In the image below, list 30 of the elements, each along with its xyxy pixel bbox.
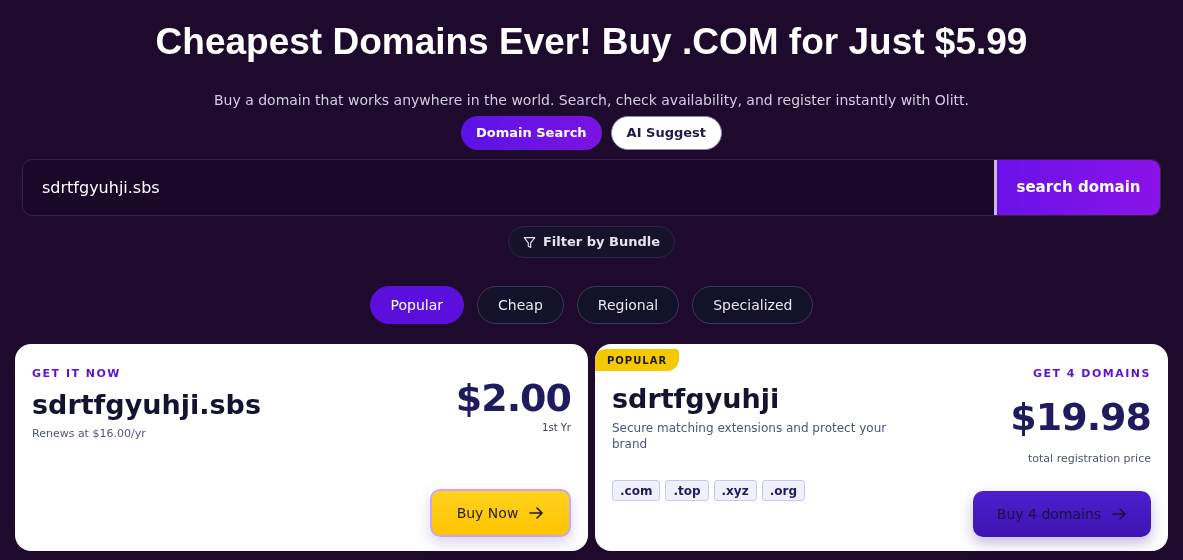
search-field[interactable]: sdrtfgyuhji.sbs search domain — [22, 159, 1161, 216]
price-note: 1st Yr — [542, 421, 571, 435]
arrow-right-icon — [1111, 506, 1128, 522]
extension-tag: .xyz — [713, 480, 757, 501]
price-note: total registration price — [1028, 450, 1151, 467]
domain-name: sdrtfgyuhji.sbs — [32, 387, 261, 422]
mode-tab[interactable]: Domain Search — [461, 116, 602, 150]
domain-name: sdrtfgyuhji — [612, 382, 781, 416]
extension-tag: .com — [612, 480, 661, 501]
bundle-description: Secure matching extensions and protect your brand — [612, 420, 888, 452]
mode-tab[interactable]: AI Suggest — [610, 116, 722, 150]
page-heading: Cheapest Domains Ever! Buy .COM for Just $5.99 — [155, 20, 1028, 64]
price: $19.98 — [1010, 394, 1151, 439]
filter-button[interactable]: Filter by Bundle — [507, 226, 676, 258]
price: $2.00 — [455, 376, 571, 420]
renewal-note: Renews at $16.00/yr — [32, 425, 147, 442]
card-eyebrow: GET IT NOW — [32, 366, 122, 382]
extension-tag: .org — [761, 480, 805, 501]
page-subtitle: Buy a domain that works anywhere in the world. Search, check availability, and register instantly with Olitt. — [213, 91, 970, 110]
category-tab[interactable]: Regional — [576, 286, 680, 324]
extension-tag: .top — [665, 480, 709, 501]
buy-button[interactable]: Buy Now — [430, 489, 571, 537]
category-tab[interactable]: Specialized — [692, 286, 814, 324]
category-tab[interactable]: Popular — [369, 286, 465, 324]
popular-badge: POPULAR — [595, 349, 680, 371]
category-tab[interactable]: Cheap — [477, 286, 564, 324]
filter-icon — [522, 235, 536, 249]
search-button[interactable]: search domain — [994, 160, 1160, 215]
arrow-right-icon — [528, 505, 545, 521]
card-eyebrow: GET 4 DOMAINS — [1032, 366, 1151, 382]
